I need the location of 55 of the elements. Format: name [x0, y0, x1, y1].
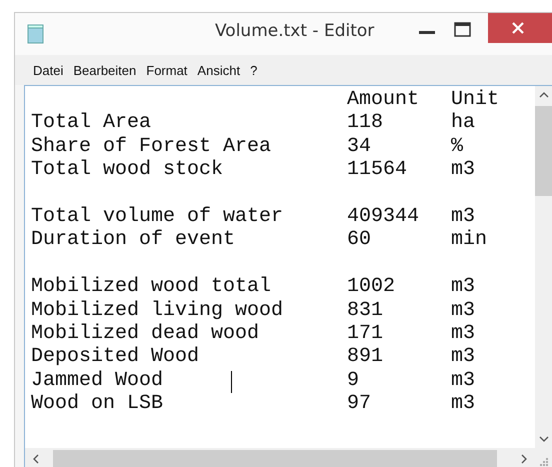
- amount-value: 118: [347, 111, 384, 135]
- horizontal-scrollbar[interactable]: [25, 448, 535, 467]
- vertical-scrollbar[interactable]: [535, 86, 552, 448]
- text-line: Jammed Wood: [31, 368, 164, 392]
- column-header: Amount: [347, 88, 420, 112]
- amount-value: 409344: [347, 205, 420, 228]
- unit-value: m3: [451, 298, 476, 322]
- text-line: Mobilized living wood: [31, 298, 284, 322]
- amount-value: 9: [347, 368, 360, 392]
- amount-value: 891: [347, 345, 384, 369]
- unit-value: %: [451, 134, 464, 158]
- resize-grip-icon[interactable]: [540, 458, 549, 467]
- unit-value: m3: [451, 205, 476, 228]
- text-line: Duration of event: [31, 228, 236, 252]
- text-line: Deposited Wood: [31, 345, 200, 369]
- unit-value: m3: [451, 322, 476, 346]
- text-line: Total Area: [31, 111, 152, 135]
- unit-value: m3: [451, 392, 476, 416]
- amount-value: 1002: [347, 275, 396, 299]
- amount-value: 34: [347, 134, 372, 158]
- menu-item[interactable]: Ansicht: [197, 62, 240, 78]
- menu-item[interactable]: Datei: [33, 62, 64, 78]
- unit-value: m3: [451, 275, 476, 299]
- text-line: Share of Forest Area: [31, 134, 272, 158]
- column-header: Unit: [451, 88, 500, 112]
- unit-value: ha: [451, 111, 476, 135]
- amount-value: 831: [347, 298, 384, 322]
- menu-item[interactable]: ?: [250, 62, 258, 78]
- scroll-thumb[interactable]: [535, 106, 552, 196]
- minimize-icon[interactable]: [419, 31, 435, 35]
- close-button[interactable]: [488, 13, 552, 43]
- text-line: Total wood stock: [31, 158, 224, 182]
- text-line: Total volume of water: [31, 205, 284, 228]
- text-line: Wood on LSB: [31, 392, 164, 416]
- close-icon: [512, 22, 524, 34]
- text-line: Mobilized wood total: [31, 275, 272, 299]
- scroll-up-icon[interactable]: [538, 92, 548, 98]
- scroll-right-icon[interactable]: [521, 454, 527, 464]
- scroll-left-icon[interactable]: [33, 454, 39, 464]
- notepad-icon: [27, 24, 45, 44]
- amount-value: 97: [347, 392, 372, 416]
- scroll-thumb[interactable]: [53, 450, 497, 467]
- maximize-icon[interactable]: [454, 22, 471, 37]
- text-line: Mobilized dead wood: [31, 322, 260, 346]
- window-title: Volume.txt - Editor: [215, 21, 374, 41]
- unit-value: m3: [451, 345, 476, 369]
- amount-value: 60: [347, 228, 372, 252]
- menu-item[interactable]: Bearbeiten: [73, 62, 136, 78]
- unit-value: m3: [451, 368, 476, 392]
- unit-value: min: [451, 228, 488, 252]
- unit-value: m3: [451, 158, 476, 182]
- amount-value: 171: [347, 322, 384, 346]
- menu-item[interactable]: Format: [146, 62, 188, 78]
- scroll-down-icon[interactable]: [538, 436, 548, 442]
- amount-value: 11564: [347, 158, 408, 182]
